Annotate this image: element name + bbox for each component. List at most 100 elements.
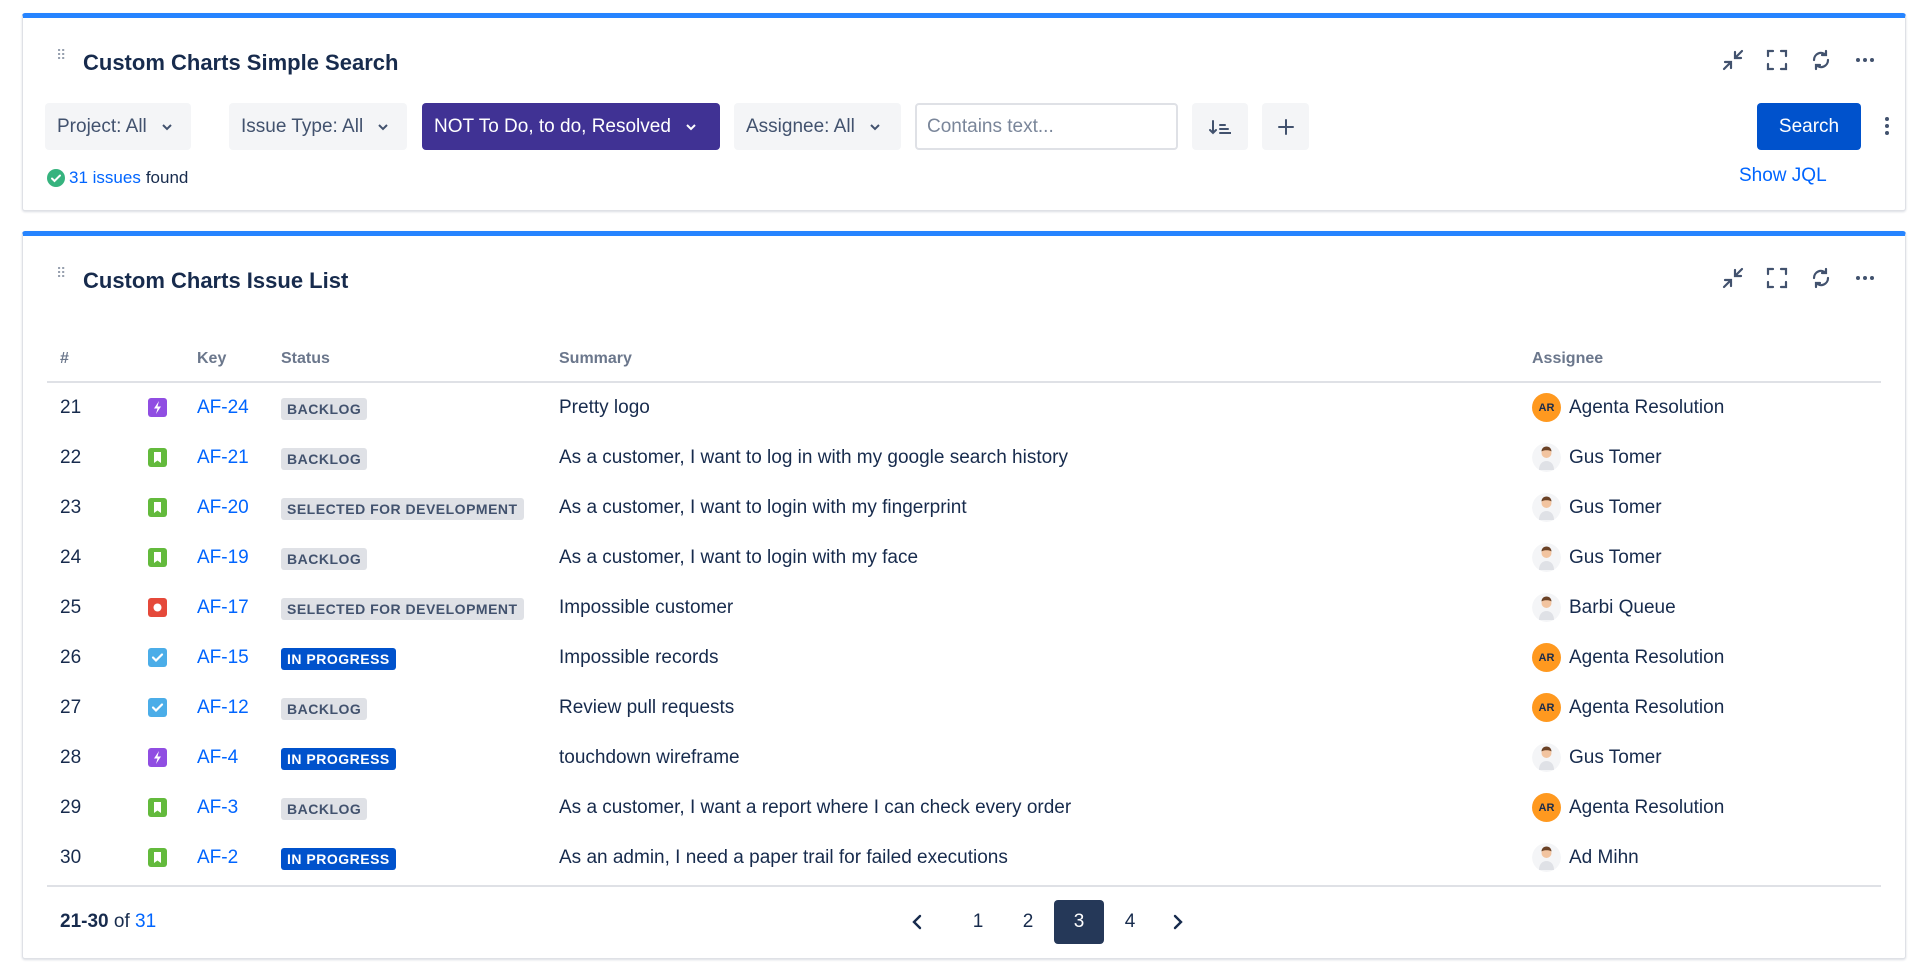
gadget-header: ⠿ Custom Charts Issue List <box>23 236 1905 306</box>
table-row[interactable]: 28 AF-4 IN PROGRESS touchdown wireframe Gus … <box>47 733 1881 783</box>
task-icon <box>148 698 167 717</box>
fullscreen-icon[interactable] <box>1765 266 1789 290</box>
avatar: AR <box>1532 793 1561 822</box>
status-filter-button[interactable]: NOT To Do, to do, Resolved <box>422 103 720 150</box>
issue-key-link[interactable]: AF-12 <box>197 697 249 719</box>
status-lozenge: IN PROGRESS <box>281 748 396 770</box>
story-icon <box>148 498 167 517</box>
refresh-icon[interactable] <box>1809 48 1833 72</box>
status-cell: SELECTED FOR DEVELOPMENT <box>281 498 524 520</box>
result-summary: 31 issues found <box>47 168 188 188</box>
contains-text-input[interactable] <box>915 103 1178 150</box>
status-lozenge: BACKLOG <box>281 448 368 470</box>
status-cell: IN PROGRESS <box>281 848 396 870</box>
issue-summary: As a customer, I want to login with my f… <box>559 547 919 568</box>
more-options-icon[interactable] <box>1853 48 1877 72</box>
issue-key-link[interactable]: AF-17 <box>197 597 249 619</box>
table-row[interactable]: 27 AF-12 BACKLOG Review pull requests AR Agen… <box>47 683 1881 733</box>
column-header-key[interactable]: Key <box>197 350 226 368</box>
page-2-button[interactable]: 2 <box>1008 900 1048 944</box>
issue-key-link[interactable]: AF-19 <box>197 547 249 569</box>
status-lozenge: BACKLOG <box>281 398 368 420</box>
table-row[interactable]: 29 AF-3 BACKLOG As a customer, I want a rep… <box>47 783 1881 833</box>
page-4-button[interactable]: 4 <box>1110 900 1150 944</box>
avatar <box>1532 593 1561 622</box>
issue-key-link[interactable]: AF-2 <box>197 847 238 869</box>
assignee-name: Ad Mihn <box>1569 846 1639 868</box>
issue-key-link[interactable]: AF-4 <box>197 747 238 769</box>
table-footer: 21-30 of 31 1 2 3 4 <box>47 885 1881 944</box>
result-suffix: found <box>145 168 189 187</box>
row-number: 22 <box>60 447 82 468</box>
search-button[interactable]: Search <box>1757 103 1861 150</box>
page-1-button[interactable]: 1 <box>958 900 998 944</box>
avatar <box>1532 543 1561 572</box>
assignee-name: Barbi Queue <box>1569 596 1676 618</box>
issue-table: # Key Status Summary Assignee 21 AF-24 BAC… <box>47 336 1881 883</box>
assignee-name: Gus Tomer <box>1569 446 1662 468</box>
header-actions <box>1721 266 1877 290</box>
assignee-filter-button[interactable]: Assignee: All <box>734 103 901 150</box>
previous-page-button[interactable] <box>897 900 937 944</box>
page-3-button[interactable]: 3 <box>1054 900 1104 944</box>
row-number: 23 <box>60 497 82 518</box>
assignee-cell: Ad Mihn <box>1532 843 1639 872</box>
issue-key-link[interactable]: AF-24 <box>197 397 249 419</box>
assignee-cell: AR Agenta Resolution <box>1532 393 1724 422</box>
table-row[interactable]: 25 AF-17 SELECTED FOR DEVELOPMENT Impossibl… <box>47 583 1881 633</box>
table-body: 21 AF-24 BACKLOG Pretty logo AR Agenta Resolu… <box>47 383 1881 883</box>
show-jql-link[interactable]: Show JQL <box>1739 165 1827 187</box>
next-page-button[interactable] <box>1158 900 1198 944</box>
refresh-icon[interactable] <box>1809 266 1833 290</box>
column-header-number[interactable]: # <box>60 350 69 368</box>
issue-count-link[interactable]: 31 issues <box>69 168 141 188</box>
issue-key-link[interactable]: AF-3 <box>197 797 238 819</box>
table-row[interactable]: 24 AF-19 BACKLOG As a customer, I want to l… <box>47 533 1881 583</box>
avatar: AR <box>1532 643 1561 672</box>
column-header-status[interactable]: Status <box>281 350 330 368</box>
assignee-name: Agenta Resolution <box>1569 396 1725 418</box>
project-filter-button[interactable]: Project: All <box>45 103 191 150</box>
sort-button[interactable] <box>1192 103 1248 150</box>
table-row[interactable]: 23 AF-20 SELECTED FOR DEVELOPMENT As a cust… <box>47 483 1881 533</box>
avatar <box>1532 843 1561 872</box>
assignee-name: Agenta Resolution <box>1569 646 1725 668</box>
table-row[interactable]: 21 AF-24 BACKLOG Pretty logo AR Agenta Resolu… <box>47 383 1881 433</box>
issue-key-link[interactable]: AF-20 <box>197 497 249 519</box>
issue-type-filter-button[interactable]: Issue Type: All <box>229 103 407 150</box>
column-header-assignee[interactable]: Assignee <box>1532 350 1603 368</box>
vertical-more-icon[interactable] <box>1875 114 1899 138</box>
header-actions <box>1721 48 1877 72</box>
fullscreen-icon[interactable] <box>1765 48 1789 72</box>
table-row[interactable]: 26 AF-15 IN PROGRESS Impossible records AR Ag… <box>47 633 1881 683</box>
minimize-icon[interactable] <box>1721 266 1745 290</box>
row-number: 30 <box>60 847 82 868</box>
status-lozenge: BACKLOG <box>281 698 368 720</box>
table-row[interactable]: 22 AF-21 BACKLOG As a customer, I want to l… <box>47 433 1881 483</box>
table-row[interactable]: 30 AF-2 IN PROGRESS As an admin, I need a p… <box>47 833 1881 883</box>
check-circle-icon <box>47 169 65 187</box>
row-number: 29 <box>60 797 82 818</box>
issue-summary: As a customer, I want a report where I c… <box>559 797 1072 818</box>
issue-type-filter-label: Issue Type: All <box>241 115 364 137</box>
issue-summary: Review pull requests <box>559 697 735 718</box>
issue-list-gadget: ⠿ Custom Charts Issue List # Key Status … <box>22 231 1906 959</box>
avatar: AR <box>1532 393 1561 422</box>
assignee-name: Gus Tomer <box>1569 496 1662 518</box>
status-lozenge: IN PROGRESS <box>281 648 396 670</box>
drag-handle-icon[interactable]: ⠿ <box>56 266 66 280</box>
story-icon <box>148 848 167 867</box>
more-options-icon[interactable] <box>1853 266 1877 290</box>
row-number: 27 <box>60 697 82 718</box>
task-icon <box>148 648 167 667</box>
drag-handle-icon[interactable]: ⠿ <box>56 48 66 62</box>
column-header-summary[interactable]: Summary <box>559 350 632 368</box>
minimize-icon[interactable] <box>1721 48 1745 72</box>
chevron-down-icon <box>870 123 880 130</box>
chevron-down-icon <box>162 123 172 130</box>
range-total: 31 <box>135 911 157 932</box>
issue-key-link[interactable]: AF-15 <box>197 647 249 669</box>
add-filter-button[interactable] <box>1262 103 1309 150</box>
gadget-title: Custom Charts Simple Search <box>83 50 399 75</box>
issue-key-link[interactable]: AF-21 <box>197 447 249 469</box>
